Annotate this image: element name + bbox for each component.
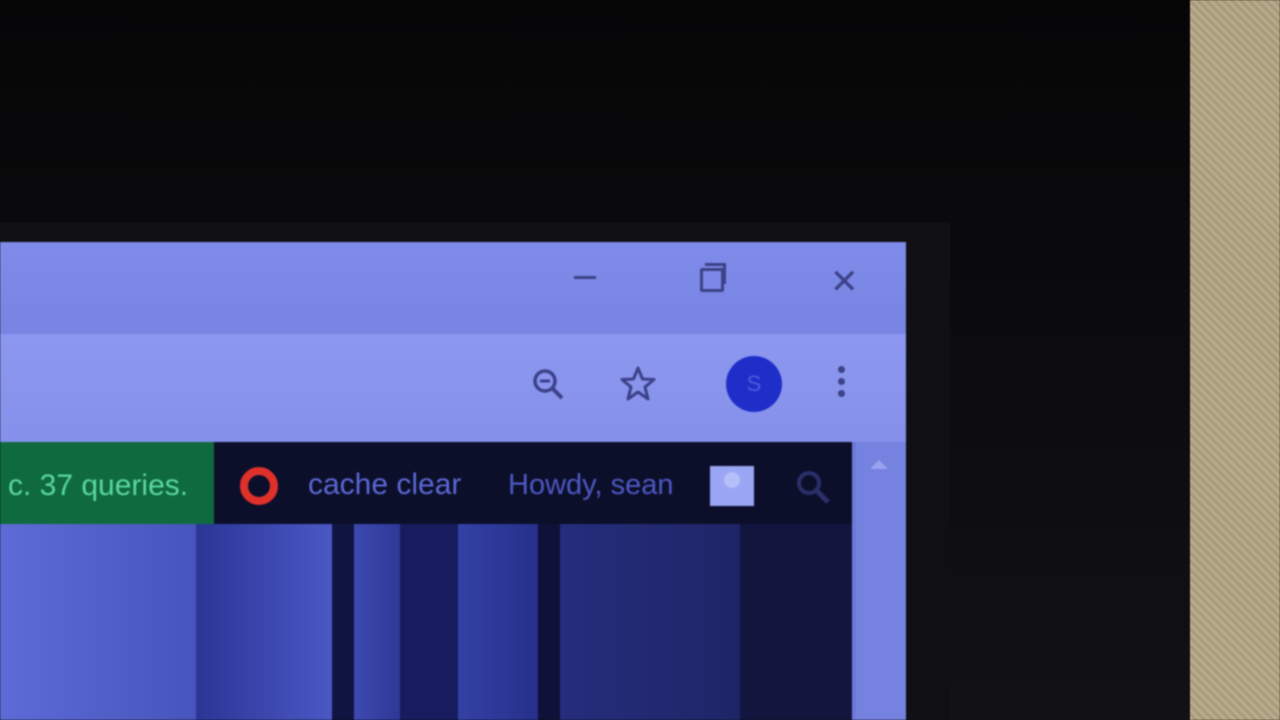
browser-toolbar: S <box>0 334 906 442</box>
title-bar: ✕ <box>0 242 906 334</box>
close-icon: ✕ <box>830 263 859 301</box>
minimize-button[interactable] <box>566 258 606 298</box>
lifebuoy-icon[interactable] <box>236 466 282 506</box>
user-greeting[interactable]: Howdy, sean <box>508 442 674 524</box>
restore-button[interactable] <box>690 258 730 298</box>
profile-avatar[interactable]: S <box>726 356 782 412</box>
more-vertical-icon[interactable] <box>834 362 848 408</box>
vertical-scrollbar[interactable] <box>856 442 906 720</box>
star-icon[interactable] <box>618 364 658 404</box>
page-content-image <box>0 524 852 720</box>
minimize-icon <box>574 276 596 279</box>
browser-window: ✕ S c. 37 queries. cache clear Howdy, se… <box>0 242 906 720</box>
user-avatar[interactable] <box>710 466 754 506</box>
zoom-icon[interactable] <box>528 364 568 404</box>
scroll-up-arrow-icon[interactable] <box>870 460 888 469</box>
close-button[interactable]: ✕ <box>822 258 862 301</box>
query-stats: c. 37 queries. <box>0 442 214 524</box>
cache-clear-link[interactable]: cache clear <box>308 442 461 524</box>
page-viewport: c. 37 queries. cache clear Howdy, sean <box>0 442 906 720</box>
admin-bar: c. 37 queries. cache clear Howdy, sean <box>0 442 852 524</box>
wall-background <box>1190 0 1280 720</box>
search-icon[interactable] <box>792 466 834 508</box>
